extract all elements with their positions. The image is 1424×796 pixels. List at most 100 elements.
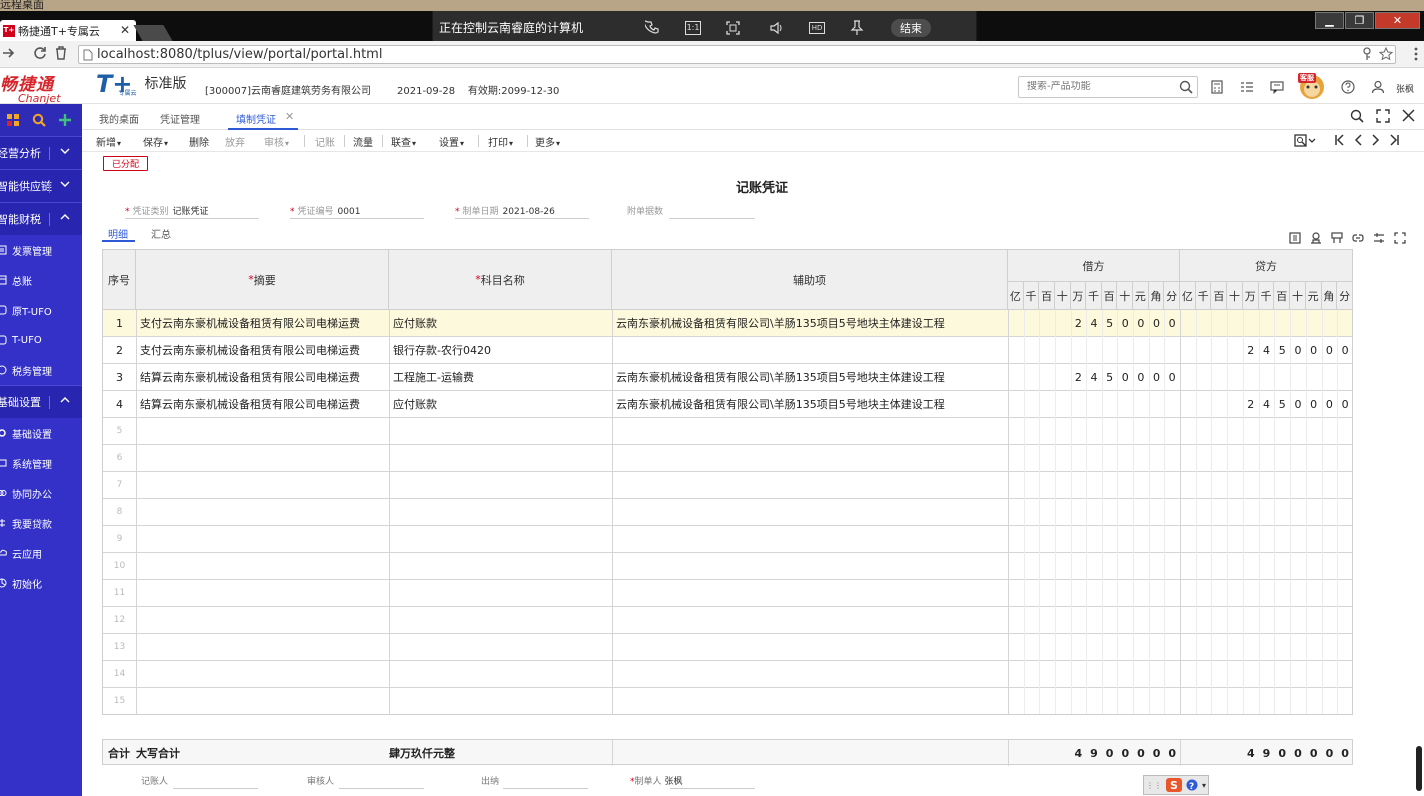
close-window-icon[interactable]: ✕ — [1375, 12, 1420, 29]
row-account[interactable]: 银行存款-农行0420 — [393, 337, 612, 363]
row-seq[interactable]: 12 — [103, 607, 136, 633]
last-record-icon[interactable] — [1389, 134, 1399, 146]
row-seq[interactable]: 4 — [103, 391, 136, 417]
sidebar-item-loan[interactable]: 我要贷款 — [0, 508, 82, 538]
table-row[interactable]: 4 结算云南东豪机械设备租赁有限公司电梯运费 应付账款 云南东豪机械设备租赁有限公司\… — [103, 391, 1352, 418]
phone-icon[interactable] — [641, 18, 665, 38]
key-icon[interactable] — [1361, 47, 1373, 61]
row-aux[interactable] — [616, 337, 1008, 363]
voucher-no-field[interactable]: * 凭证编号 0001 — [290, 204, 424, 219]
table-row[interactable]: 13 — [103, 634, 1352, 661]
query-icon[interactable] — [1294, 134, 1316, 148]
table-row[interactable]: 9 — [103, 526, 1352, 553]
chevron-down-icon[interactable] — [60, 179, 70, 189]
row-seq[interactable]: 7 — [103, 472, 136, 498]
chevron-down-icon[interactable] — [60, 146, 70, 156]
close-tab-icon[interactable]: ✕ — [120, 23, 130, 37]
chevron-up-icon[interactable] — [60, 395, 70, 405]
settings-button[interactable]: 设置▾ — [439, 134, 464, 149]
row-seq[interactable]: 3 — [103, 364, 136, 390]
message-icon[interactable] — [1270, 80, 1284, 94]
row-seq[interactable]: 10 — [103, 553, 136, 579]
volume-icon[interactable] — [765, 18, 789, 38]
sidebar-section-basic[interactable]: 基础设置 — [0, 385, 82, 418]
insert-row-icon[interactable] — [1289, 232, 1301, 244]
ratio-icon[interactable]: 1:1 — [685, 20, 702, 35]
row-summary[interactable]: 结算云南东豪机械设备租赁有限公司电梯运费 — [140, 391, 389, 417]
fit-screen-icon[interactable] — [721, 18, 745, 38]
sidebar-item-cloud[interactable]: 云应用 — [0, 538, 82, 568]
sidebar-section-finance[interactable]: 智能财税 — [0, 202, 82, 235]
linked-query-button[interactable]: 联查▾ — [391, 134, 416, 149]
tab-voucher-management[interactable]: 凭证管理 — [160, 111, 200, 126]
ime-help-icon[interactable]: ? — [1186, 779, 1198, 791]
row-aux[interactable]: 云南东豪机械设备租赁有限公司\羊肠135项目5号地块主体建设工程 — [616, 310, 1008, 336]
sidebar-search-icon[interactable] — [26, 104, 52, 136]
search-icon[interactable] — [1350, 109, 1364, 123]
close-tab-icon[interactable]: ✕ — [285, 110, 294, 123]
next-record-icon[interactable] — [1371, 134, 1381, 146]
row-seq[interactable]: 2 — [103, 337, 136, 363]
sidebar-item-system[interactable]: 系统管理 — [0, 448, 82, 478]
tab-fill-voucher[interactable]: 填制凭证 — [236, 111, 276, 126]
more-button[interactable]: 更多▾ — [535, 134, 560, 149]
calculator-icon[interactable] — [1211, 80, 1223, 94]
settings-columns-icon[interactable] — [1373, 232, 1385, 244]
end-session-button[interactable]: 结束 — [891, 18, 932, 37]
table-row[interactable]: 5 — [103, 418, 1352, 445]
row-aux[interactable]: 云南东豪机械设备租赁有限公司\羊肠135项目5号地块主体建设工程 — [616, 391, 1008, 417]
reload-icon[interactable] — [33, 46, 47, 60]
sidebar-item-tax[interactable]: 税务管理 — [0, 355, 82, 385]
row-aux[interactable]: 云南东豪机械设备租赁有限公司\羊肠135项目5号地块主体建设工程 — [616, 364, 1008, 390]
table-row[interactable]: 8 — [103, 499, 1352, 526]
search-icon[interactable] — [1179, 80, 1193, 94]
ime-logo-icon[interactable]: S — [1165, 778, 1182, 792]
table-row[interactable]: 6 — [103, 445, 1352, 472]
tab-desktop[interactable]: 我的桌面 — [99, 111, 139, 126]
first-record-icon[interactable] — [1335, 134, 1345, 146]
cashier-field[interactable]: 出纳 — [481, 774, 588, 789]
row-seq[interactable]: 11 — [103, 580, 136, 606]
hd-icon[interactable]: HD — [809, 21, 826, 34]
page-scrollbar[interactable] — [1416, 746, 1422, 791]
ime-menu-icon[interactable]: ▾ — [1202, 781, 1206, 790]
row-seq[interactable]: 15 — [103, 688, 136, 714]
table-row[interactable]: 10 — [103, 553, 1352, 580]
row-summary[interactable]: 支付云南东豪机械设备租赁有限公司电梯运费 — [140, 337, 389, 363]
forward-icon[interactable] — [2, 46, 16, 60]
row-seq[interactable]: 6 — [103, 445, 136, 471]
auditor-field[interactable]: 审核人 — [307, 774, 424, 789]
browser-menu-icon[interactable] — [1414, 47, 1418, 61]
user-name[interactable]: 张枫 — [1396, 82, 1414, 95]
row-summary[interactable]: 支付云南东豪机械设备租赁有限公司电梯运费 — [140, 310, 389, 336]
tasks-icon[interactable] — [1240, 80, 1254, 94]
row-seq[interactable]: 9 — [103, 526, 136, 552]
table-row[interactable]: 2 支付云南东豪机械设备租赁有限公司电梯运费 银行存款-农行0420 2 4 5 0 0 0 0 — [103, 337, 1352, 364]
chevron-up-icon[interactable] — [60, 212, 70, 222]
row-account[interactable]: 工程施工-运输费 — [393, 364, 612, 390]
voucher-type-field[interactable]: * 凭证类别 记账凭证 — [125, 204, 259, 219]
ime-toolbar[interactable]: ⋮⋮ S ? ▾ — [1143, 775, 1209, 795]
add-icon[interactable] — [52, 104, 78, 136]
table-row[interactable]: 15 — [103, 688, 1352, 714]
maker-field[interactable]: *制单人 张枫 — [630, 774, 755, 789]
discard-button[interactable]: 放弃 — [225, 134, 245, 149]
attachments-field[interactable]: 附单据数 — [627, 204, 755, 219]
sidebar-item-invoice[interactable]: 发票管理 — [0, 235, 82, 265]
bookkeeper-field[interactable]: 记账人 — [141, 774, 258, 789]
audit-button[interactable]: 审核▾ — [264, 134, 289, 149]
split-icon[interactable] — [1331, 232, 1343, 244]
voucher-date-field[interactable]: * 制单日期 2021-08-26 — [455, 204, 589, 219]
browser-tab[interactable]: T+ 畅捷通T+专属云 ✕ — [0, 20, 136, 41]
row-seq[interactable]: 13 — [103, 634, 136, 660]
trash-icon[interactable] — [55, 46, 67, 60]
print-button[interactable]: 打印▾ — [488, 134, 513, 149]
close-icon[interactable] — [1402, 109, 1415, 122]
row-account[interactable]: 应付账款 — [393, 310, 612, 336]
help-icon[interactable] — [1341, 80, 1355, 94]
pin-icon[interactable] — [845, 18, 869, 38]
fullscreen-icon[interactable] — [1376, 109, 1390, 123]
delete-button[interactable]: 删除 — [189, 134, 209, 149]
minimize-icon[interactable]: ▁ — [1315, 12, 1344, 29]
subtab-detail[interactable]: 明细 — [108, 226, 128, 241]
